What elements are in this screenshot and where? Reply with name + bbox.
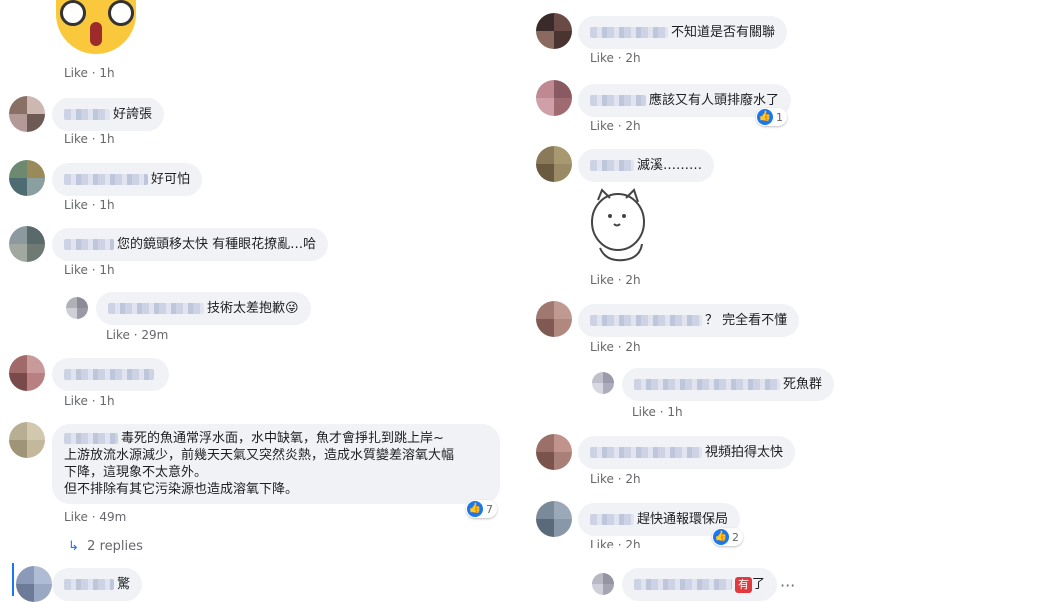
avatar[interactable] [536, 146, 572, 182]
like-link[interactable]: Like [632, 405, 656, 419]
comment-meta: Like · 2h [590, 119, 641, 133]
like-link[interactable]: Like [590, 538, 614, 548]
avatar[interactable] [16, 566, 52, 602]
avatar[interactable] [536, 501, 572, 537]
comment-meta: Like · 2h [590, 51, 641, 65]
comment-meta: Like · 1h [64, 198, 115, 212]
comment-meta: Like · 1h [64, 132, 115, 146]
avatar[interactable] [9, 160, 45, 196]
comment-bubble: 您的鏡頭移太快 有種眼花撩亂…哈 [52, 228, 329, 261]
like-reaction-icon: 👍 [757, 109, 773, 125]
avatar[interactable] [592, 573, 614, 595]
comment-bubble: 滅溪……… [578, 149, 715, 182]
avatar[interactable] [9, 422, 45, 458]
avatar[interactable] [536, 13, 572, 49]
like-link[interactable]: Like [64, 510, 88, 524]
like-link[interactable]: Like [64, 198, 88, 212]
avatar[interactable] [9, 226, 45, 262]
comment-bubble: 不知道是否有關聯 [578, 16, 788, 49]
avatar[interactable] [536, 434, 572, 470]
avatar[interactable] [536, 301, 572, 337]
like-link[interactable]: Like [64, 132, 88, 146]
like-link[interactable]: Like [64, 263, 88, 277]
comment-meta: Like · 2h [590, 538, 641, 548]
comment-bubble: 有了 [622, 568, 778, 601]
reaction-count[interactable]: 👍 2 [712, 528, 743, 546]
shocked-face-sticker [56, 0, 136, 54]
like-link[interactable]: Like [64, 66, 88, 80]
comment-bubble [52, 358, 169, 391]
comment-bubble: 好誇張 [52, 98, 165, 131]
comment-meta: Like · 49m [64, 510, 127, 524]
avatar[interactable] [592, 372, 614, 394]
comment-meta: Like · 29m [106, 328, 169, 342]
comment-bubble: 驚 [52, 568, 143, 601]
reaction-count[interactable]: 👍 7 [466, 500, 497, 518]
like-link[interactable]: Like [590, 273, 614, 287]
like-reaction-icon: 👍 [467, 501, 483, 517]
like-link[interactable]: Like [106, 328, 130, 342]
comment-bubble: 死魚群 [622, 368, 835, 401]
like-reaction-icon: 👍 [713, 529, 729, 545]
reply-arrow-icon: ↳ [68, 539, 79, 554]
comment-meta: Like · 1h [64, 66, 115, 80]
like-link[interactable]: Like [590, 51, 614, 65]
avatar[interactable] [9, 96, 45, 132]
comment-bubble: 技術太差抱歉😜 [96, 292, 311, 325]
like-link[interactable]: Like [590, 340, 614, 354]
cat-sticker [591, 188, 645, 262]
thread-indicator [12, 563, 14, 596]
comment-meta: Like · 2h [590, 472, 641, 486]
avatar[interactable] [66, 297, 88, 319]
reaction-count[interactable]: 👍 1 [756, 108, 787, 126]
like-link[interactable]: Like [64, 394, 88, 408]
comment-meta: Like · 2h [590, 273, 641, 287]
comment-meta: Like · 1h [632, 405, 683, 419]
avatar[interactable] [9, 355, 45, 391]
view-replies-link[interactable]: ↳ 2 replies [68, 539, 143, 554]
comment-bubble: 好可怕 [52, 163, 203, 196]
comment-bubble: 毒死的魚通常浮水面，水中缺氧，魚才會掙扎到跳上岸~ 上游放流水源減少，前幾天天氣… [52, 424, 500, 504]
emoji-badge: 有 [735, 577, 752, 593]
comment-meta: Like · 1h [64, 394, 115, 408]
comment-bubble: 視頻拍得太快 [578, 436, 796, 469]
avatar[interactable] [536, 80, 572, 116]
like-link[interactable]: Like [590, 119, 614, 133]
like-link[interactable]: Like [590, 472, 614, 486]
comment-meta: Like · 2h [590, 340, 641, 354]
more-options-icon[interactable]: ··· [780, 576, 795, 595]
comment-bubble: ？ 完全看不懂 [578, 304, 800, 337]
comment-meta: Like · 1h [64, 263, 115, 277]
